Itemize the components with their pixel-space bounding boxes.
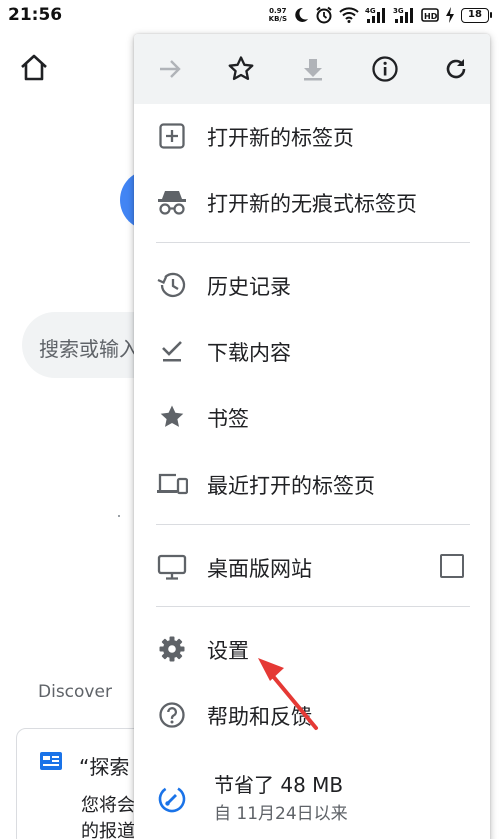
- gear-icon: [156, 634, 188, 664]
- discover-card-line1: 您将会: [81, 795, 135, 816]
- menu-divider: [156, 524, 470, 525]
- alarm-icon: [316, 6, 332, 24]
- forward-icon: [160, 60, 181, 78]
- signal-4g-icon: 4G: [365, 7, 385, 23]
- data-saver-title: 节省了 48 MB: [214, 773, 344, 797]
- menu-item-label: 书签: [207, 407, 249, 431]
- menu-item-bookmarks[interactable]: 书签: [134, 384, 490, 450]
- network-speed-value: 0.97: [269, 7, 287, 15]
- star-icon: [156, 402, 188, 432]
- menu-item-desktop-site[interactable]: 桌面版网站: [134, 534, 490, 600]
- menu-item-new-incognito-tab[interactable]: 打开新的无痕式标签页: [134, 169, 490, 235]
- page-info-button[interactable]: [369, 53, 401, 85]
- desktop-icon: [156, 552, 188, 582]
- menu-item-recent-tabs[interactable]: 最近打开的标签页: [134, 451, 490, 517]
- menu-item-new-tab[interactable]: 打开新的标签页: [134, 103, 490, 169]
- svg-text:HD: HD: [424, 12, 438, 21]
- help-icon: [156, 700, 188, 730]
- home-icon[interactable]: [18, 52, 50, 84]
- new-tab-icon: [156, 121, 188, 151]
- data-saver-icon: [156, 784, 188, 814]
- download-icon: [304, 59, 322, 81]
- network-speed-unit: KB/S: [268, 15, 287, 23]
- menu-divider: [156, 606, 470, 607]
- charging-icon: [446, 7, 454, 23]
- menu-item-label: 下载内容: [207, 341, 291, 365]
- do-not-disturb-icon: [295, 7, 308, 22]
- forward-button[interactable]: [154, 53, 186, 85]
- bookmark-button[interactable]: [225, 53, 257, 85]
- discover-card-line2: 的报道: [81, 821, 135, 839]
- menu-divider: [156, 242, 470, 243]
- menu-item-label: 桌面版网站: [207, 557, 312, 581]
- status-bar: 21:56 0.97 KB/S 4G 3G HD 18: [0, 0, 500, 30]
- menu-toolbar: [134, 34, 490, 104]
- network-speed: 0.97 KB/S: [269, 7, 287, 23]
- incognito-icon: [156, 187, 188, 217]
- signal-3g-icon: 3G: [393, 7, 413, 23]
- desktop-site-checkbox[interactable]: [440, 554, 464, 578]
- wifi-icon: [339, 7, 359, 23]
- info-icon: [372, 56, 398, 82]
- annotation-arrow: [258, 658, 318, 730]
- bookmark-star-icon: [228, 56, 254, 81]
- hd-icon: HD: [421, 8, 439, 22]
- status-icons: 0.97 KB/S 4G 3G HD 18: [269, 5, 492, 25]
- discover-card-title: “探索: [79, 755, 130, 779]
- download-button[interactable]: [297, 53, 329, 85]
- menu-item-label: 设置: [207, 639, 249, 663]
- search-placeholder: 搜索或输入: [39, 337, 139, 361]
- devices-icon: [156, 469, 188, 499]
- article-icon: [40, 752, 62, 770]
- svg-text:3G: 3G: [393, 7, 404, 15]
- discover-heading: Discover: [38, 682, 112, 702]
- menu-item-label: 历史记录: [207, 275, 291, 299]
- data-saver-subtitle: 自 11月24日以来: [214, 804, 348, 824]
- battery-icon: 18: [461, 7, 492, 23]
- history-icon: [156, 270, 188, 300]
- menu-item-label: 最近打开的标签页: [207, 474, 375, 498]
- refresh-button[interactable]: [440, 53, 472, 85]
- menu-item-downloads[interactable]: 下载内容: [134, 318, 490, 384]
- menu-item-label: 打开新的标签页: [207, 126, 354, 150]
- download-done-icon: [156, 336, 188, 366]
- menu-item-label: 打开新的无痕式标签页: [207, 192, 417, 216]
- status-time: 21:56: [8, 5, 63, 25]
- refresh-icon: [446, 59, 466, 79]
- battery-tip: [490, 12, 492, 18]
- svg-text:4G: 4G: [365, 7, 376, 15]
- discover-card-body: 您将会 的报道: [81, 793, 135, 839]
- page-dot: [118, 515, 120, 517]
- menu-item-history[interactable]: 历史记录: [134, 252, 490, 318]
- battery-level: 18: [461, 7, 489, 23]
